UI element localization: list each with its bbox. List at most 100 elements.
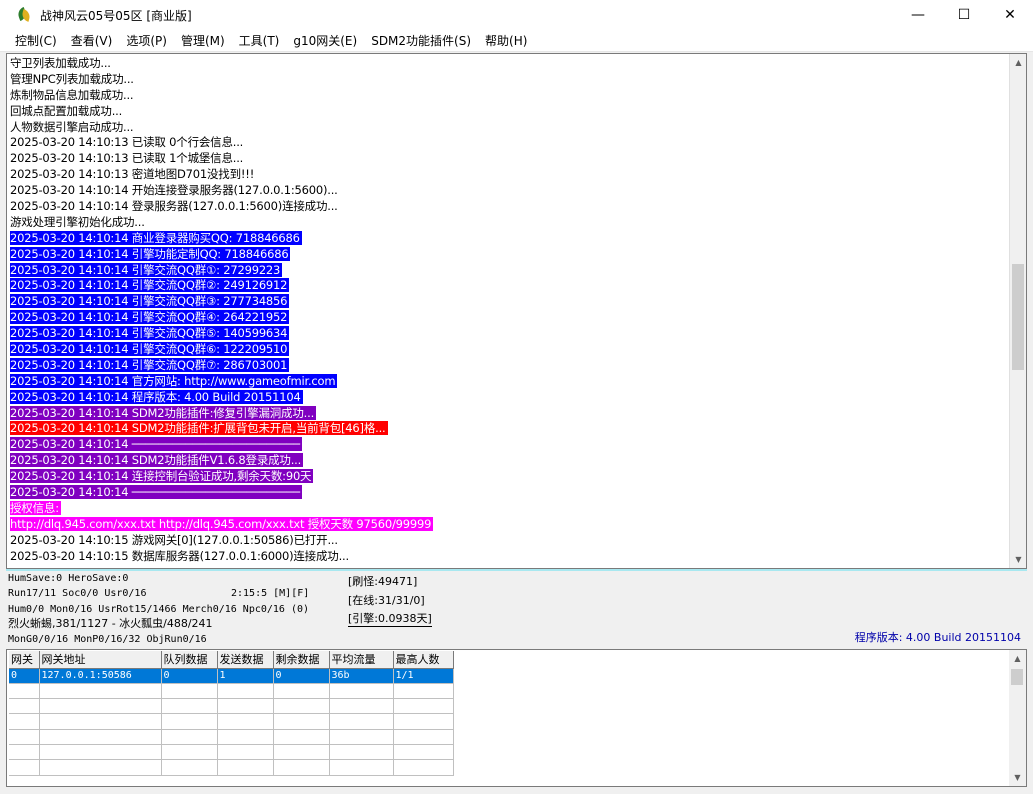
- table-row-empty[interactable]: [9, 698, 454, 715]
- table-cell: [9, 744, 40, 761]
- stat-online: [在线:31/31/0]: [348, 594, 425, 607]
- stat-mong: MonG0/0/16 MonP0/16/32 ObjRun0/16: [8, 634, 207, 645]
- column-header[interactable]: 网关: [9, 651, 40, 669]
- table-cell: [393, 759, 454, 776]
- log-line: 2025-03-20 14:10:14 登录服务器(127.0.0.1:5600…: [10, 199, 1006, 215]
- column-header[interactable]: 发送数据: [217, 651, 274, 669]
- scroll-down-icon[interactable]: ▼: [1010, 551, 1026, 568]
- table-row-empty[interactable]: [9, 744, 454, 761]
- log-scrollbar[interactable]: ▲ ▼: [1009, 54, 1026, 568]
- table-row-empty[interactable]: [9, 713, 454, 730]
- stat-humsave: HumSave:0 HeroSave:0: [8, 573, 129, 584]
- grid-scroll-up-icon[interactable]: ▲: [1009, 650, 1026, 667]
- log-lines: 守卫列表加载成功... 管理NPC列表加载成功... 炼制物品信息加载成功... 回城…: [10, 56, 1006, 566]
- table-cell: [217, 729, 274, 745]
- maximize-button[interactable]: ☐: [941, 0, 987, 30]
- log-line-text: 2025-03-20 14:10:14 引擎交流QQ群⑤: 140599634: [10, 326, 290, 341]
- log-line-text: 2025-03-20 14:10:14 程序版本: 4.00 Build 201…: [10, 389, 303, 404]
- log-panel[interactable]: 守卫列表加载成功... 管理NPC列表加载成功... 炼制物品信息加载成功... 回城…: [6, 53, 1027, 569]
- log-line: 2025-03-20 14:10:14 引擎交流QQ群⑦: 286703001: [10, 357, 1006, 374]
- log-line-text: 回城点配置加载成功...: [10, 103, 123, 118]
- gateway-grid[interactable]: 网关 网关地址 队列数据 发送数据 剩余数据 平均流量 最高人数 0 127.0.0.1:50…: [6, 649, 1027, 787]
- table-cell: [39, 713, 162, 730]
- log-line: 授权信息:: [10, 500, 1006, 517]
- column-header[interactable]: 平均流量: [329, 651, 394, 669]
- table-cell: [273, 759, 330, 776]
- table-cell: 36b: [329, 668, 394, 684]
- stat-refresh: [刷怪:49471]: [348, 575, 418, 588]
- grid-scroll-thumb[interactable]: [1011, 669, 1023, 685]
- menu-tools[interactable]: 工具(T): [232, 31, 287, 51]
- log-line-text: 2025-03-20 14:10:13 密道地图D701没找到!!!: [10, 167, 255, 182]
- menu-view[interactable]: 查看(V): [64, 31, 120, 51]
- column-header[interactable]: 最高人数: [393, 651, 454, 669]
- log-line-text: 守卫列表加载成功...: [10, 56, 111, 70]
- log-line: 2025-03-20 14:10:14 引擎交流QQ群①: 27299223: [10, 262, 1006, 279]
- status-panel: HumSave:0 HeroSave:0 Run17/11 Soc0/0 Usr…: [6, 571, 1027, 649]
- log-line: 2025-03-20 14:10:14 引擎功能定制QQ: 718846686: [10, 246, 1006, 263]
- menu-options[interactable]: 选项(P): [119, 31, 174, 51]
- log-line: 人物数据引擎启动成功...: [10, 120, 1006, 136]
- title-bar[interactable]: 战神风云05号05区 [商业版] — ☐ ✕: [0, 0, 1033, 30]
- table-cell: [161, 729, 218, 745]
- table-cell: 0: [9, 668, 40, 684]
- log-line: 2025-03-20 14:10:14 官方网站: http://www.gam…: [10, 373, 1006, 390]
- log-line-text: 2025-03-20 14:10:14 SDM2功能插件:修复引擎漏洞成功...: [10, 405, 317, 420]
- gateway-table: 网关 网关地址 队列数据 发送数据 剩余数据 平均流量 最高人数 0 127.0.0.1:50…: [9, 651, 454, 776]
- log-line: 2025-03-20 14:10:14 ────────────────────…: [10, 437, 1006, 453]
- stat-run: Run17/11 Soc0/0 Usr0/16: [8, 588, 147, 599]
- table-cell: [39, 683, 162, 700]
- table-row-empty[interactable]: [9, 729, 454, 745]
- log-line: 2025-03-20 14:10:13 已读取 0个行会信息...: [10, 135, 1006, 151]
- table-cell: [217, 683, 274, 700]
- log-line: 2025-03-20 14:10:14 引擎交流QQ群④: 264221952: [10, 310, 1006, 326]
- table-cell: [9, 713, 40, 730]
- app-leaf-icon: [16, 6, 32, 23]
- table-row-empty[interactable]: [9, 683, 454, 700]
- window-controls: — ☐ ✕: [895, 0, 1033, 30]
- log-line: 2025-03-20 14:10:14 引擎交流QQ群⑥: 122209510: [10, 342, 1006, 358]
- table-cell: [9, 683, 40, 700]
- table-cell: [393, 713, 454, 730]
- menu-sdm2-plugin[interactable]: SDM2功能插件(S): [364, 31, 478, 51]
- table-cell: [217, 744, 274, 761]
- log-line: 2025-03-20 14:10:14 商业登录器购买QQ: 718846686: [10, 230, 1006, 247]
- menu-control[interactable]: 控制(C): [8, 31, 64, 51]
- minimize-button[interactable]: —: [895, 0, 941, 30]
- table-row[interactable]: 0 127.0.0.1:50586 0 1 0 36b 1/1: [9, 668, 454, 684]
- table-cell: [329, 698, 394, 715]
- menu-gateway[interactable]: g10网关(E): [286, 31, 364, 51]
- table-cell: [39, 729, 162, 745]
- log-line-text: 管理NPC列表加载成功...: [10, 71, 134, 86]
- log-line-text: 2025-03-20 14:10:14 开始连接登录服务器(127.0.0.1:…: [10, 183, 338, 198]
- menu-help[interactable]: 帮助(H): [478, 31, 534, 51]
- log-line-text: 游戏处理引擎初始化成功...: [10, 214, 145, 229]
- log-line: 管理NPC列表加载成功...: [10, 72, 1006, 88]
- log-line-text: 2025-03-20 14:10:15 数据库服务器(127.0.0.1:600…: [10, 548, 349, 563]
- log-scroll-thumb[interactable]: [1012, 264, 1024, 370]
- log-line: 2025-03-20 14:10:14 SDM2功能插件V1.6.8登录成功..…: [10, 453, 1006, 469]
- table-cell: [329, 683, 394, 700]
- column-header[interactable]: 队列数据: [161, 651, 218, 669]
- log-line-text: 2025-03-20 14:10:14 SDM2功能插件:扩展背包未开启,当前背…: [10, 421, 388, 436]
- table-cell: [273, 713, 330, 730]
- table-cell: [39, 759, 162, 776]
- grid-scrollbar[interactable]: ▲ ▼: [1009, 650, 1026, 786]
- log-line-text: 2025-03-20 14:10:14 官方网站: http://www.gam…: [10, 373, 338, 388]
- log-line-text: 2025-03-20 14:10:14 连接控制台验证成功,剩余天数:90天: [10, 469, 314, 484]
- column-header[interactable]: 网关地址: [39, 651, 162, 669]
- column-header[interactable]: 剩余数据: [273, 651, 330, 669]
- table-row-empty[interactable]: [9, 759, 454, 776]
- menu-manage[interactable]: 管理(M): [174, 31, 232, 51]
- build-version: 程序版本: 4.00 Build 20151104: [854, 631, 1021, 644]
- log-line: 炼制物品信息加载成功...: [10, 88, 1006, 104]
- table-cell: [161, 683, 218, 700]
- grid-scroll-down-icon[interactable]: ▼: [1009, 769, 1026, 786]
- log-line: 2025-03-20 14:10:15 游戏网关[0](127.0.0.1:50…: [10, 533, 1006, 549]
- close-button[interactable]: ✕: [987, 0, 1033, 30]
- table-cell: [393, 698, 454, 715]
- log-line-text: 2025-03-20 14:10:14 登录服务器(127.0.0.1:5600…: [10, 199, 338, 214]
- menu-bar: 控制(C) 查看(V) 选项(P) 管理(M) 工具(T) g10网关(E) S…: [0, 30, 1033, 52]
- log-line: http://dlq.945.com/xxx.txt http://dlq.94…: [10, 516, 1006, 533]
- scroll-up-icon[interactable]: ▲: [1010, 54, 1026, 71]
